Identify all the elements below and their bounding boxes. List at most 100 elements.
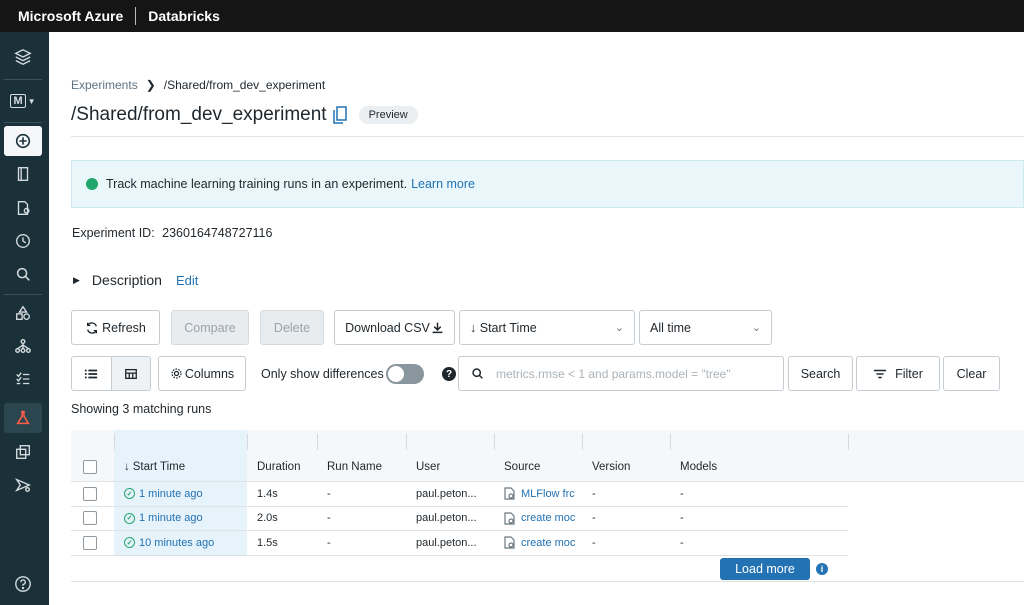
toggle-knob bbox=[388, 366, 404, 382]
brand-label[interactable]: Microsoft Azure bbox=[0, 8, 123, 24]
plus-circle-icon[interactable] bbox=[4, 126, 42, 156]
breadcrumb-experiments-link[interactable]: Experiments bbox=[71, 78, 138, 92]
serving-icon[interactable] bbox=[4, 470, 42, 500]
help-icon[interactable] bbox=[4, 569, 42, 599]
clear-label: Clear bbox=[956, 366, 987, 381]
workspace-m-icon[interactable]: M ▼ bbox=[4, 86, 42, 116]
check-circle-icon: ✓ bbox=[124, 488, 135, 500]
filter-button[interactable]: Filter bbox=[856, 356, 940, 391]
columns-button[interactable]: Columns bbox=[158, 356, 246, 391]
table-row[interactable]: ✓ 10 minutes ago 1.5s - paul.peton... cr… bbox=[71, 531, 848, 556]
user-cell: paul.peton... bbox=[416, 536, 477, 549]
header-start-time-label: Start Time bbox=[132, 460, 186, 473]
layers-icon[interactable] bbox=[4, 42, 42, 72]
top-bar: Microsoft Azure Databricks bbox=[0, 0, 1024, 32]
source-link[interactable]: create moc bbox=[521, 537, 575, 549]
user-cell: paul.peton... bbox=[416, 512, 477, 525]
caret-right-icon[interactable]: ▶ bbox=[73, 275, 80, 286]
refresh-button[interactable]: Refresh bbox=[71, 310, 160, 345]
compare-button[interactable]: Compare bbox=[171, 310, 249, 345]
search-button[interactable]: Search bbox=[788, 356, 853, 391]
delete-button[interactable]: Delete bbox=[260, 310, 324, 345]
flask-icon[interactable] bbox=[4, 403, 42, 433]
network-icon[interactable] bbox=[4, 331, 42, 361]
header-run-name[interactable]: Run Name bbox=[317, 452, 406, 481]
page-title: /Shared/from_dev_experiment bbox=[71, 104, 327, 125]
run-name-cell: - bbox=[327, 487, 331, 500]
question-icon[interactable]: ? bbox=[442, 367, 456, 381]
start-time-cell: ✓ 10 minutes ago bbox=[114, 531, 247, 555]
start-time-cell: ✓ 1 minute ago bbox=[114, 506, 247, 530]
notebook-icon[interactable] bbox=[4, 159, 42, 189]
showing-count: Showing 3 matching runs bbox=[71, 402, 212, 416]
download-csv-button[interactable]: Download CSV bbox=[334, 310, 455, 345]
source-cell: MLFlow frc bbox=[494, 482, 582, 506]
header-source[interactable]: Source bbox=[494, 452, 582, 481]
version-cell: - bbox=[592, 536, 596, 549]
title-divider bbox=[71, 136, 1024, 137]
table-row[interactable]: ✓ 1 minute ago 1.4s - paul.peton... MLFl… bbox=[71, 482, 848, 507]
search-icon bbox=[472, 368, 483, 379]
table-view-icon[interactable] bbox=[110, 357, 150, 390]
sort-select[interactable]: ↓ Start Time ⌄ bbox=[459, 310, 635, 345]
header-start-time[interactable]: ↓ Start Time bbox=[114, 452, 247, 481]
search-icon[interactable] bbox=[4, 259, 42, 289]
only-differences-toggle[interactable] bbox=[386, 364, 424, 384]
table-header: ↓ Start Time Duration Run Name User Sourc… bbox=[71, 452, 1024, 482]
table-group-header bbox=[71, 430, 1024, 452]
header-models[interactable]: Models bbox=[670, 452, 848, 481]
description-row: ▶ Description Edit bbox=[73, 272, 198, 288]
row-checkbox[interactable] bbox=[83, 486, 97, 501]
models-cell: - bbox=[680, 512, 684, 525]
source-link[interactable]: create moc bbox=[521, 512, 575, 524]
table-row[interactable]: ✓ 1 minute ago 2.0s - paul.peton... crea… bbox=[71, 506, 848, 531]
run-link[interactable]: 10 minutes ago bbox=[139, 537, 214, 549]
source-link[interactable]: MLFlow frc bbox=[521, 488, 575, 500]
gear-icon bbox=[171, 368, 182, 379]
copy-icon[interactable] bbox=[332, 106, 347, 124]
chevron-right-icon: ❯ bbox=[145, 78, 156, 92]
time-select-value: All time bbox=[650, 320, 691, 335]
checklist-icon[interactable] bbox=[4, 364, 42, 394]
run-link[interactable]: 1 minute ago bbox=[139, 512, 203, 524]
info-icon[interactable]: i bbox=[816, 563, 828, 575]
list-view-icon[interactable] bbox=[72, 357, 111, 390]
models-icon[interactable] bbox=[4, 437, 42, 467]
start-time-cell: ✓ 1 minute ago bbox=[114, 482, 247, 506]
header-duration[interactable]: Duration bbox=[247, 452, 317, 481]
models-cell: - bbox=[680, 536, 684, 549]
header-user[interactable]: User bbox=[406, 452, 494, 481]
runs-table: ↓ Start Time Duration Run Name User Sourc… bbox=[71, 430, 1024, 556]
header-version[interactable]: Version bbox=[582, 452, 670, 481]
banner-text: Track machine learning training runs in … bbox=[106, 177, 408, 191]
product-label[interactable]: Databricks bbox=[148, 8, 220, 24]
search-input[interactable] bbox=[496, 366, 766, 381]
row-checkbox[interactable] bbox=[83, 535, 97, 550]
chevron-down-icon: ⌄ bbox=[614, 322, 624, 334]
view-toggle bbox=[71, 356, 151, 391]
row-checkbox[interactable] bbox=[83, 511, 97, 526]
clear-button[interactable]: Clear bbox=[943, 356, 1000, 391]
main-content: Experiments ❯ /Shared/from_dev_experimen… bbox=[49, 32, 1024, 605]
load-more-button[interactable]: Load more bbox=[720, 558, 810, 580]
clock-icon[interactable] bbox=[4, 226, 42, 256]
description-label[interactable]: Description bbox=[92, 272, 162, 288]
run-link[interactable]: 1 minute ago bbox=[139, 488, 203, 500]
check-circle-icon bbox=[86, 178, 98, 190]
source-cell: create moc bbox=[494, 507, 582, 531]
duration-cell: 1.4s bbox=[257, 487, 278, 500]
description-edit-link[interactable]: Edit bbox=[176, 273, 198, 288]
notebook-source-icon bbox=[504, 512, 515, 525]
learn-more-link[interactable]: Learn more bbox=[411, 177, 475, 191]
row-select-cell bbox=[71, 507, 114, 531]
duration-cell: 2.0s bbox=[257, 512, 278, 525]
time-select[interactable]: All time ⌄ bbox=[639, 310, 772, 345]
select-all-checkbox[interactable] bbox=[83, 459, 97, 474]
shapes-icon[interactable] bbox=[4, 298, 42, 328]
select-all-cell bbox=[71, 452, 114, 481]
only-differences-label: Only show differences bbox=[261, 367, 384, 381]
data-icon[interactable] bbox=[4, 193, 42, 223]
refresh-label: Refresh bbox=[102, 320, 146, 335]
sort-select-value: Start Time bbox=[479, 320, 537, 335]
sort-arrow-icon: ↓ bbox=[124, 460, 130, 473]
